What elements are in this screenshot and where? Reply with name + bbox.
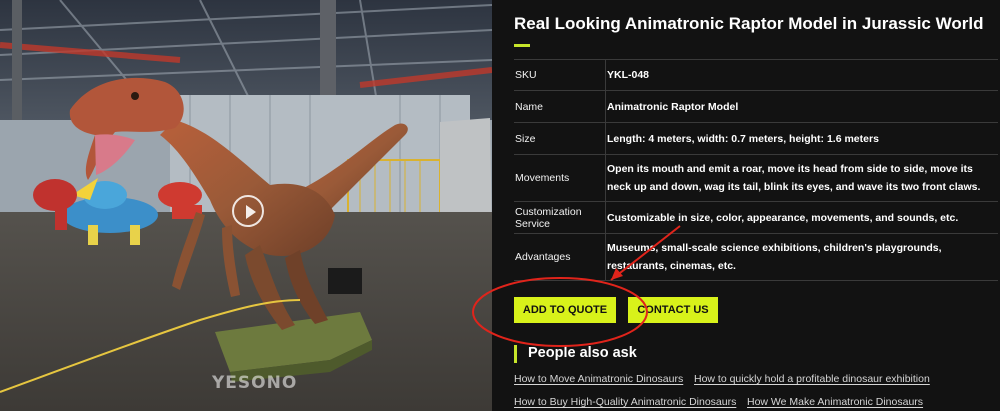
section-accent-bar	[514, 345, 517, 363]
spec-value: Animatronic Raptor Model	[607, 100, 739, 113]
faq-link[interactable]: How to quickly hold a profitable dinosau…	[694, 373, 930, 385]
spec-key: Movements	[514, 155, 606, 201]
faq-link[interactable]: How to Buy High-Quality Animatronic Dino…	[514, 396, 736, 408]
spec-row-customization: Customization Service Customizable in si…	[514, 202, 998, 234]
play-icon[interactable]	[232, 195, 264, 227]
spec-row-movements: Movements Open its mouth and emit a roar…	[514, 155, 998, 202]
spec-value: Length: 4 meters, width: 0.7 meters, hei…	[607, 132, 879, 145]
watermark-logo: YESONO	[212, 373, 298, 393]
title-accent-bar	[514, 44, 530, 47]
spec-key: Customization Service	[514, 202, 606, 233]
spec-value: YKL-048	[607, 69, 650, 81]
spec-value: Museums, small-scale science exhibitions…	[607, 242, 942, 272]
spec-value: Customizable in size, color, appearance,…	[607, 211, 959, 224]
spec-row-name: Name Animatronic Raptor Model	[514, 91, 998, 123]
spec-row-advantages: Advantages Museums, small-scale science …	[514, 234, 998, 281]
spec-table: SKU YKL-048 Name Animatronic Raptor Mode…	[514, 59, 998, 281]
contact-us-button[interactable]: CONTACT US	[628, 297, 718, 323]
people-also-ask-heading: People also ask	[528, 345, 637, 361]
spec-key: Size	[514, 123, 606, 154]
faq-link[interactable]: How We Make Animatronic Dinosaurs	[747, 396, 923, 408]
product-media[interactable]: YESONO	[0, 0, 492, 411]
spec-value: Open its mouth and emit a roar, move its…	[607, 163, 981, 193]
spec-key: Name	[514, 91, 606, 122]
spec-key: Advantages	[514, 234, 606, 280]
page-title: Real Looking Animatronic Raptor Model in…	[514, 14, 984, 33]
add-to-quote-button[interactable]: ADD TO QUOTE	[514, 297, 616, 323]
spec-key: SKU	[514, 60, 606, 90]
spec-row-sku: SKU YKL-048	[514, 60, 998, 91]
spec-row-size: Size Length: 4 meters, width: 0.7 meters…	[514, 123, 998, 155]
faq-link[interactable]: How to Move Animatronic Dinosaurs	[514, 373, 683, 385]
